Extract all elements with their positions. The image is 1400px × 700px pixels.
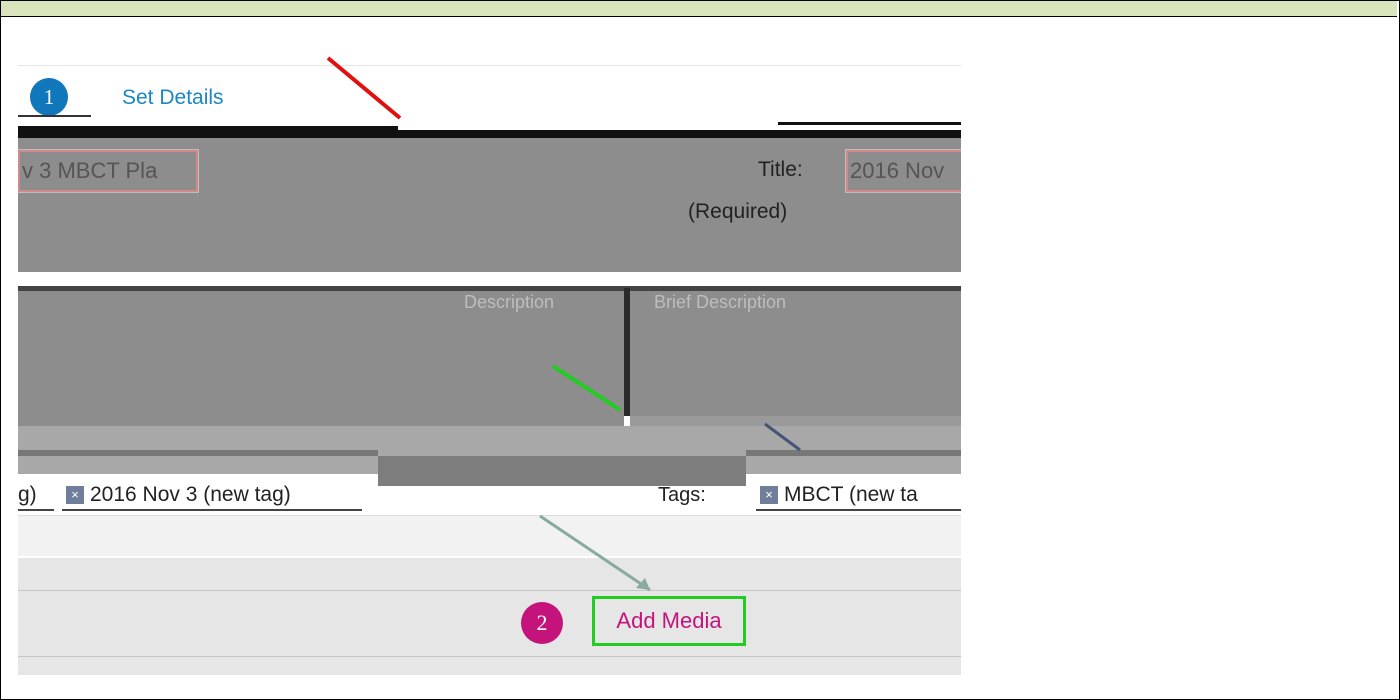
tag-chip-text: g) — [18, 483, 37, 506]
dark-strip — [18, 126, 398, 130]
header-band — [1, 1, 1397, 17]
footer-divider — [18, 590, 961, 591]
tag-chip-mbct[interactable]: × MBCT (new ta — [756, 480, 961, 511]
add-media-button[interactable]: Add Media — [592, 596, 746, 646]
footer-divider — [18, 656, 961, 657]
brief-description-label: Brief Description — [654, 292, 787, 312]
tag-chip-partial[interactable]: g) — [18, 480, 54, 511]
tag-chip-text: 2016 Nov 3 (new tag) — [90, 483, 291, 506]
dark-strip — [18, 130, 961, 138]
screenshot-panel: 1 Set Details v 3 MBCT Pla Title: (Requi… — [18, 60, 961, 675]
panel-separator — [624, 288, 630, 416]
footer-area — [18, 558, 961, 675]
set-details-heading[interactable]: Set Details — [122, 86, 224, 110]
title-label: Title: — [758, 158, 803, 181]
tags-label: Tags: — [658, 484, 706, 506]
tag-cover-block — [378, 456, 746, 486]
description-right-footer — [630, 416, 961, 426]
step-2-badge: 2 — [521, 602, 563, 644]
dark-strip — [778, 122, 961, 125]
name-field[interactable]: v 3 MBCT Pla — [18, 150, 198, 192]
dark-strip — [746, 450, 961, 456]
step-1-badge: 1 — [30, 78, 68, 116]
divider-gap — [18, 272, 961, 286]
active-step-underline — [18, 115, 91, 117]
tag-chip-2016[interactable]: × 2016 Nov 3 (new tag) — [62, 480, 362, 511]
required-label: (Required) — [688, 200, 788, 223]
top-divider — [18, 65, 961, 66]
tag-chip-text: MBCT (new ta — [784, 483, 918, 506]
tag-input-row[interactable] — [18, 515, 961, 556]
remove-tag-icon[interactable]: × — [66, 486, 84, 505]
dark-strip — [18, 450, 378, 456]
description-label: Description — [464, 292, 555, 312]
remove-tag-icon[interactable]: × — [760, 486, 778, 505]
title-input[interactable]: 2016 Nov — [846, 150, 961, 192]
